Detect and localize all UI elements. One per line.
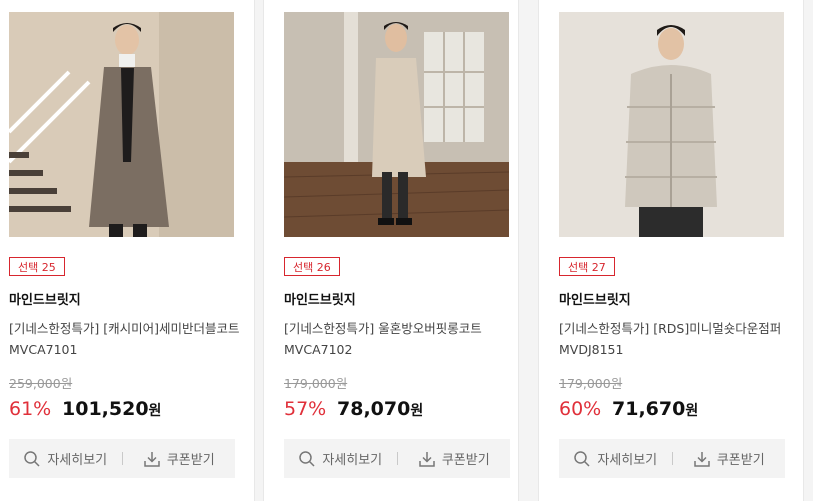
detail-button[interactable]: 자세히보기 (559, 449, 672, 468)
detail-button[interactable]: 자세히보기 (9, 449, 122, 468)
currency-unit: 원 (410, 403, 424, 419)
discount-rate: 60% (559, 398, 602, 420)
product-card[interactable]: 선택 27 마인드브릿지 [기네스한정특가] [RDS]미니멀숏다운점퍼 MVD… (538, 0, 804, 501)
detail-label: 자세히보기 (322, 453, 383, 468)
original-price: 179,000원 (284, 376, 348, 391)
sale-price: 101,520원 (62, 398, 161, 420)
product-name[interactable]: [기네스한정특가] [캐시미어]세미반더블코트 MVCA7101 (9, 318, 241, 360)
action-bar: 자세히보기 쿠폰받기 (559, 439, 785, 478)
download-icon (694, 451, 710, 467)
brand-name: 마인드브릿지 (284, 293, 356, 308)
currency-unit: 원 (148, 403, 162, 419)
search-icon (299, 450, 315, 467)
product-name[interactable]: [기네스한정특가] 울혼방오버핏롱코트 MVCA7102 (284, 318, 516, 360)
product-card[interactable]: 선택 26 마인드브릿지 [기네스한정특가] 울혼방오버핏롱코트 MVCA710… (263, 0, 519, 501)
detail-button[interactable]: 자세히보기 (284, 449, 397, 468)
sale-price: 71,670원 (612, 398, 698, 420)
discount-rate: 57% (284, 398, 327, 420)
selection-badge: 선택 26 (284, 257, 340, 276)
currency-unit: 원 (685, 403, 699, 419)
coupon-button[interactable]: 쿠폰받기 (123, 449, 236, 468)
download-icon (419, 451, 435, 467)
original-price: 259,000원 (9, 376, 73, 391)
sale-price-value: 71,670 (612, 398, 686, 420)
detail-label: 자세히보기 (47, 453, 108, 468)
selection-badge: 선택 27 (559, 257, 615, 276)
sale-price-value: 101,520 (62, 398, 149, 420)
product-image[interactable] (284, 12, 509, 237)
action-bar: 자세히보기 쿠폰받기 (9, 439, 235, 478)
original-price: 179,000원 (559, 376, 623, 391)
coupon-label: 쿠폰받기 (441, 453, 490, 468)
download-icon (144, 451, 160, 467)
coupon-button[interactable]: 쿠폰받기 (673, 449, 786, 468)
search-icon (24, 450, 40, 467)
action-bar: 자세히보기 쿠폰받기 (284, 439, 510, 478)
product-image[interactable] (559, 12, 784, 237)
coupon-label: 쿠폰받기 (716, 453, 765, 468)
selection-badge: 선택 25 (9, 257, 65, 276)
product-name[interactable]: [기네스한정특가] [RDS]미니멀숏다운점퍼 MVDJ8151 (559, 318, 791, 360)
brand-name: 마인드브릿지 (9, 293, 81, 308)
discount-rate: 61% (9, 398, 52, 420)
product-image[interactable] (9, 12, 234, 237)
coupon-label: 쿠폰받기 (166, 453, 215, 468)
coupon-button[interactable]: 쿠폰받기 (398, 449, 511, 468)
sale-price-value: 78,070 (337, 398, 411, 420)
sale-price: 78,070원 (337, 398, 423, 420)
detail-label: 자세히보기 (597, 453, 658, 468)
brand-name: 마인드브릿지 (559, 293, 631, 308)
search-icon (574, 450, 590, 467)
product-card[interactable]: 선택 25 마인드브릿지 [기네스한정특가] [캐시미어]세미반더블코트 MVC… (0, 0, 255, 501)
